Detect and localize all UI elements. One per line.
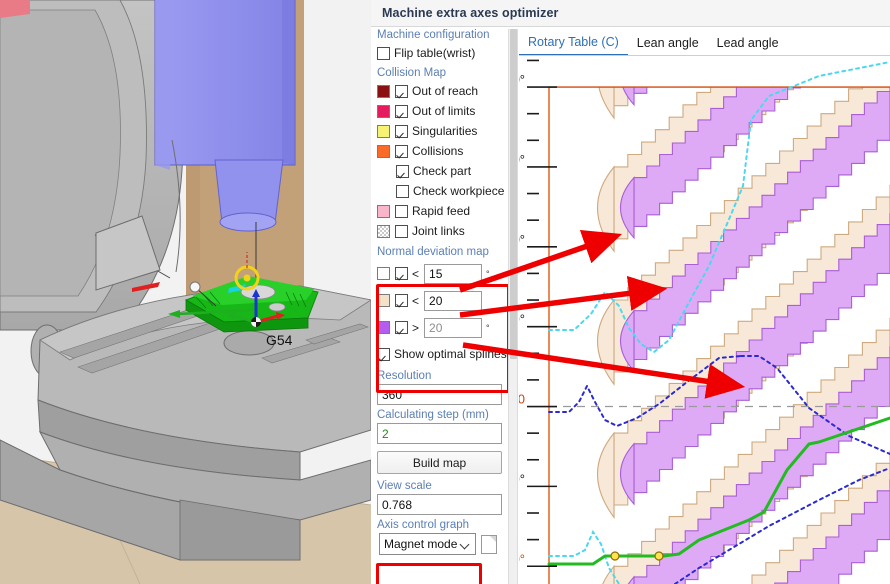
- deviation-color-swatch-1: [377, 294, 390, 307]
- machine-3d-viewport[interactable]: G54: [0, 0, 371, 584]
- build-map-button[interactable]: Build map: [377, 451, 502, 474]
- axis-control-graph-svg: 360° 270° 180° 90° 0 -90° -180°: [519, 56, 890, 584]
- deviation-operator: <: [412, 267, 419, 281]
- color-swatch-1: [377, 105, 390, 118]
- above-max-mask: [519, 56, 890, 87]
- color-swatch-0: [377, 85, 390, 98]
- panel-title: Machine extra axes optimizer: [382, 6, 558, 20]
- flip-table-row[interactable]: Flip table(wrist): [374, 43, 508, 63]
- deviation-map-row[interactable]: >°: [377, 314, 508, 341]
- collision-map-row[interactable]: Out of reach: [374, 81, 508, 101]
- deviation-operator: >: [412, 321, 419, 335]
- color-swatch-3: [377, 145, 390, 158]
- normal-deviation-map-list: <°<>°: [374, 260, 508, 341]
- collision-map-group-label: Collision Map: [377, 67, 508, 79]
- collision-map-label: Out of reach: [412, 84, 478, 98]
- axis-control-graph-label: Axis control graph: [377, 519, 508, 531]
- tab-lean-angle[interactable]: Lean angle: [628, 33, 708, 55]
- control-point-marker[interactable]: [655, 552, 663, 560]
- y-tick-label: 360°: [519, 72, 525, 87]
- collision-map-row[interactable]: Out of limits: [374, 101, 508, 121]
- y-tick-label: -180°: [519, 551, 525, 566]
- collision-map-checkbox[interactable]: [395, 145, 408, 158]
- collision-map-row[interactable]: Check workpiece: [374, 181, 508, 201]
- flip-table-checkbox[interactable]: [377, 47, 390, 60]
- color-swatch-2: [377, 125, 390, 138]
- calculating-step-input[interactable]: [377, 423, 502, 444]
- control-point-marker[interactable]: [611, 552, 619, 560]
- show-optimal-splines-label: Show optimal splines: [394, 347, 507, 361]
- collision-map-row[interactable]: Singularities: [374, 121, 508, 141]
- collision-map-checkbox[interactable]: [395, 105, 408, 118]
- deviation-checkbox[interactable]: [395, 321, 408, 334]
- deviation-value-input[interactable]: [424, 318, 482, 338]
- collision-map-row[interactable]: Check part: [374, 161, 508, 181]
- deviation-color-swatch-0: [377, 267, 390, 280]
- collision-map-checkbox[interactable]: [395, 205, 408, 218]
- y-tick-label: 90°: [519, 312, 525, 327]
- optimizer-panel: Machine extra axes optimizer Machine con…: [371, 0, 890, 584]
- collision-map-checkbox[interactable]: [395, 85, 408, 98]
- y-tick-label: 0: [519, 392, 525, 407]
- tab-lead-angle[interactable]: Lead angle: [708, 33, 788, 55]
- options-scrollbar-thumb[interactable]: [510, 29, 517, 359]
- degree-unit: °: [486, 323, 490, 333]
- collision-map-label: Out of limits: [412, 104, 475, 118]
- machine-3d-scene: G54: [0, 0, 371, 584]
- normal-deviation-map-group-label: Normal deviation map: [377, 246, 508, 258]
- calculating-step-label: Calculating step (mm): [377, 409, 508, 421]
- view-scale-label: View scale: [377, 480, 508, 492]
- origin-label: G54: [266, 332, 293, 348]
- deviation-checkbox[interactable]: [395, 294, 408, 307]
- deviation-checkbox[interactable]: [395, 267, 408, 280]
- options-scrollbar[interactable]: [508, 29, 518, 584]
- show-optimal-splines-row[interactable]: Show optimal splines: [374, 344, 508, 364]
- y-tick-label: 180°: [519, 232, 525, 247]
- collision-map-row[interactable]: Collisions: [374, 141, 508, 161]
- collision-map-checkbox[interactable]: [395, 125, 408, 138]
- deviation-operator: <: [412, 294, 419, 308]
- collision-map-label: Rapid feed: [412, 204, 470, 218]
- collision-map-checkbox[interactable]: [396, 165, 409, 178]
- show-optimal-splines-checkbox[interactable]: [377, 348, 390, 361]
- machine-extra-axes-optimizer-window: G54 Machine extra axes optimizer Machine…: [0, 0, 890, 584]
- axis-control-graph-highlight-box: [376, 563, 482, 584]
- flip-table-label: Flip table(wrist): [394, 46, 475, 60]
- degree-unit: °: [486, 269, 490, 279]
- color-swatch-6: [377, 205, 390, 218]
- graph-tabs: Rotary Table (C)Lean angleLead angle: [519, 29, 890, 56]
- collision-map-label: Check part: [413, 164, 471, 178]
- chevron-down-icon: [460, 540, 470, 550]
- collision-map-label: Joint links: [412, 224, 465, 238]
- deviation-value-input[interactable]: [424, 264, 482, 284]
- collision-map-row[interactable]: Rapid feed: [374, 201, 508, 221]
- options-column: Machine configuration Flip table(wrist) …: [374, 29, 508, 584]
- resolution-label: Resolution: [377, 370, 508, 382]
- deviation-map-row[interactable]: <: [377, 287, 508, 314]
- collision-map-list: Out of reach Out of limits Singularities Co…: [374, 81, 508, 241]
- y-tick-label: 270°: [519, 152, 525, 167]
- document-icon[interactable]: [481, 535, 497, 554]
- view-scale-input[interactable]: [377, 494, 502, 515]
- collision-map-label: Check workpiece: [413, 184, 504, 198]
- collision-map-checkbox[interactable]: [395, 225, 408, 238]
- collision-map-checkbox[interactable]: [396, 185, 409, 198]
- tab-rotary-table-c[interactable]: Rotary Table (C): [519, 32, 628, 55]
- axis-control-graph-selected-value: Magnet mode: [384, 537, 457, 551]
- deviation-map-row[interactable]: <°: [377, 260, 508, 287]
- deviation-value-input[interactable]: [424, 291, 482, 311]
- color-swatch-7: [377, 225, 390, 238]
- resolution-input[interactable]: [377, 384, 502, 405]
- y-tick-label: -90°: [519, 471, 525, 486]
- machine-configuration-group-label: Machine configuration: [377, 29, 508, 41]
- collision-map-label: Singularities: [412, 124, 477, 138]
- axis-control-graph[interactable]: 360° 270° 180° 90° 0 -90° -180°: [519, 56, 890, 584]
- axis-control-graph-select[interactable]: Magnet mode: [379, 533, 476, 555]
- deviation-color-swatch-2: [377, 321, 390, 334]
- panel-titlebar: Machine extra axes optimizer: [371, 0, 890, 27]
- collision-map-label: Collisions: [412, 144, 463, 158]
- collision-map-row[interactable]: Joint links: [374, 221, 508, 241]
